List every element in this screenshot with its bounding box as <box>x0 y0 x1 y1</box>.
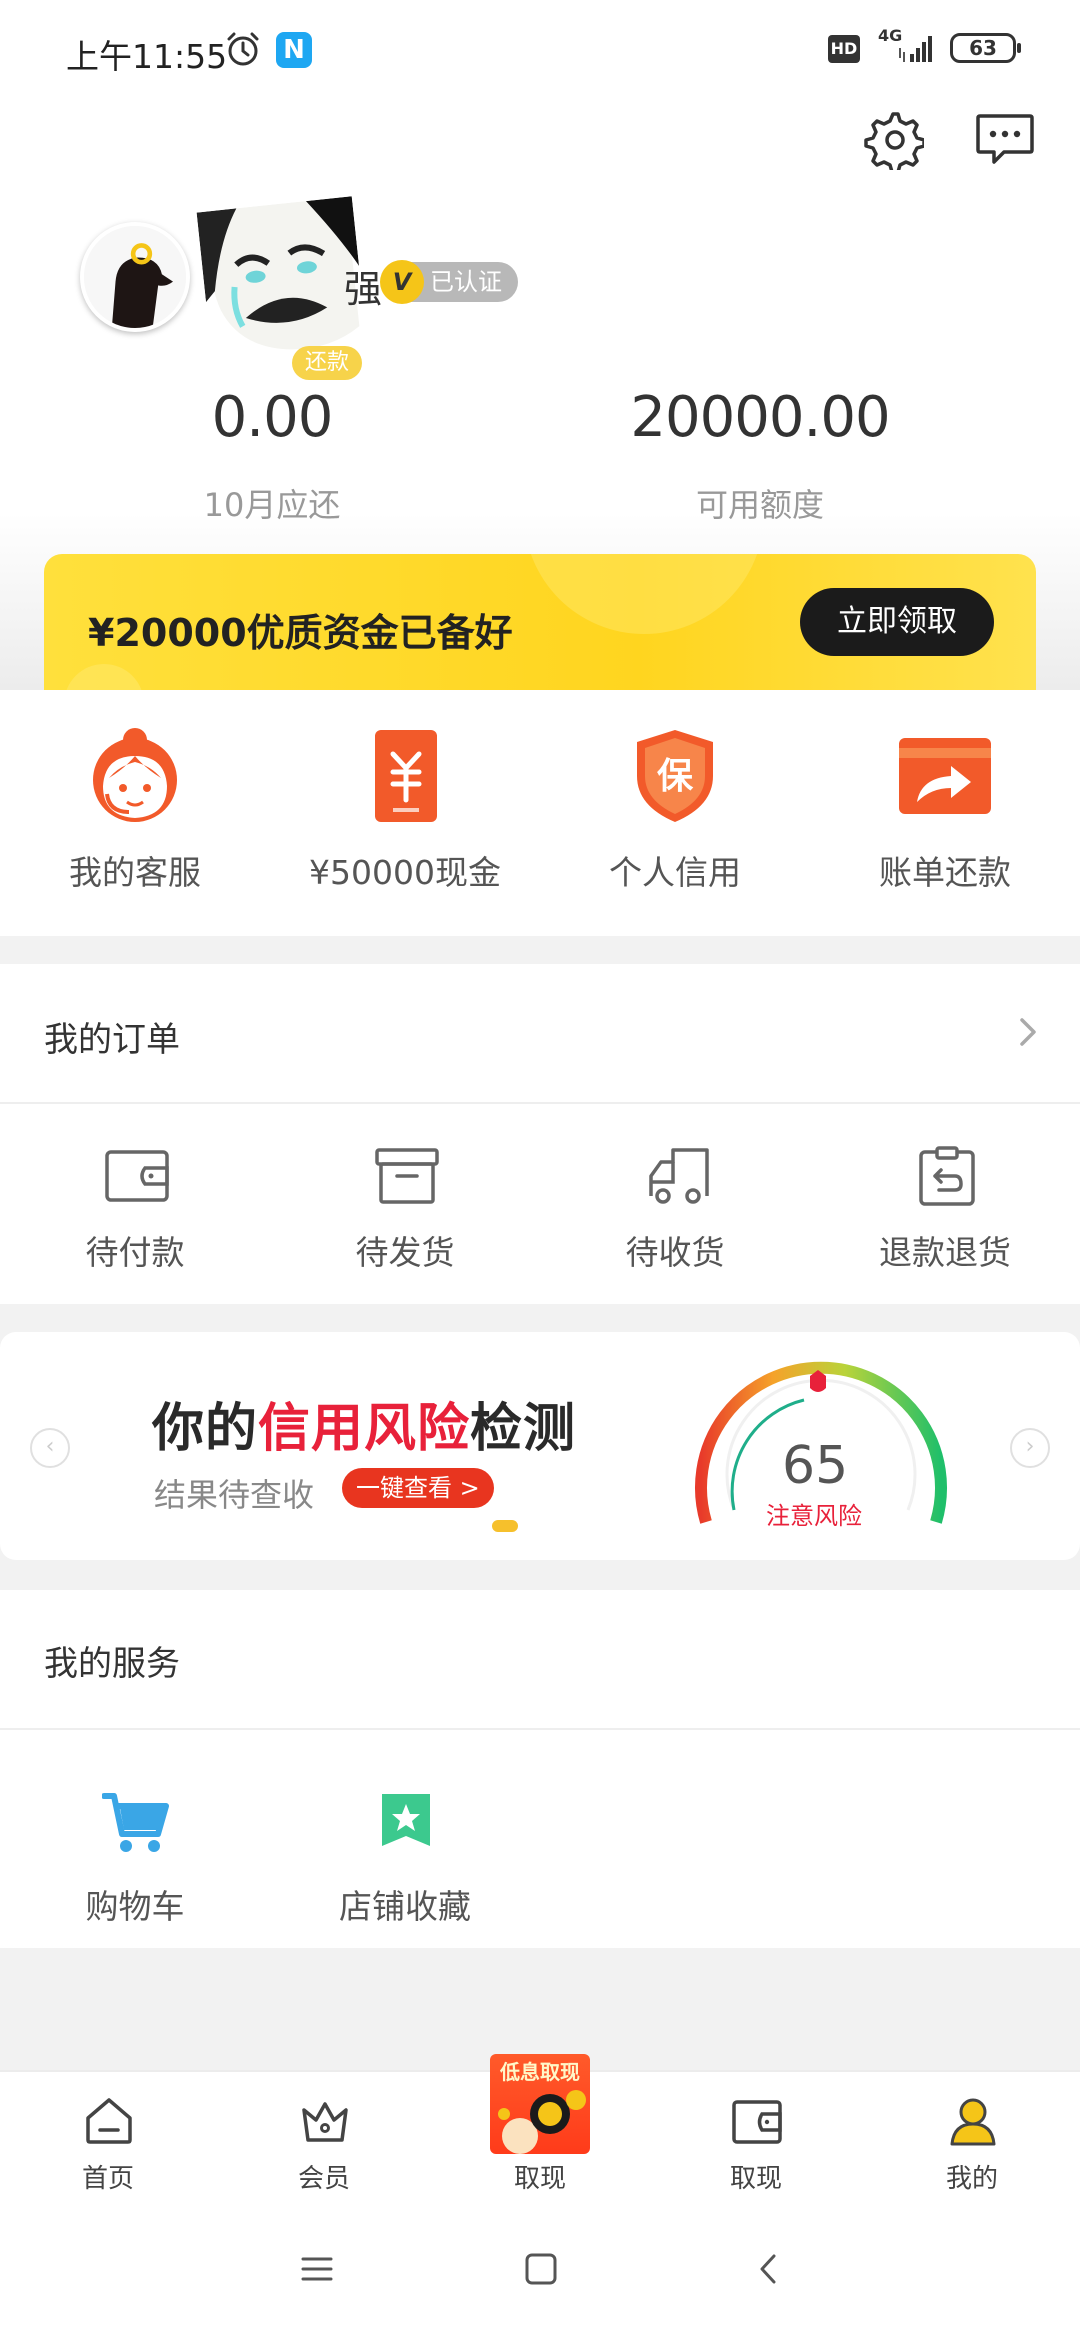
app-notification-icon: N <box>276 32 312 68</box>
tab-label: 取现 <box>729 2164 782 2194</box>
service-label: 店铺收藏 <box>339 1887 471 1926</box>
cash-icon <box>375 730 437 822</box>
avatar-image <box>84 226 186 328</box>
services-divider <box>0 1728 1080 1730</box>
home-square-icon[interactable] <box>524 2252 558 2286</box>
chevron-right-icon[interactable] <box>1016 1016 1040 1048</box>
system-navigation-bar <box>0 2212 1080 2340</box>
service-cart[interactable]: 购物车 <box>0 1790 270 1930</box>
carousel-prev-button[interactable]: ‹ <box>30 1428 70 1468</box>
low-interest-cash-promo[interactable]: 低息取现 <box>490 2054 590 2154</box>
meme-sticker-image <box>196 196 368 362</box>
banner-title-highlight: 信用风险 <box>258 1399 471 1459</box>
quick-item-customer-service[interactable]: 我的客服 <box>0 726 270 916</box>
quick-item-label: 账单还款 <box>879 853 1011 892</box>
quick-item-label: 个人信用 <box>609 853 741 892</box>
available-credit-label: 可用额度 <box>695 486 824 524</box>
quick-item-credit[interactable]: 保 个人信用 <box>540 726 810 916</box>
tab-member[interactable]: 会员 <box>216 2096 432 2206</box>
tab-label: 首页 <box>81 2164 134 2194</box>
verified-label: 已认证 <box>430 268 502 296</box>
tab-label: 我的 <box>945 2164 998 2194</box>
promo-text: ¥20000优质资金已备好 <box>88 611 513 655</box>
risk-score: 65 <box>782 1436 849 1496</box>
bill-repay-icon <box>899 738 991 814</box>
services-section: 我的服务 购物车 店铺收藏 <box>0 1590 1080 1948</box>
order-item-label: 待收货 <box>625 1233 725 1272</box>
orders-title[interactable]: 我的订单 <box>44 1012 180 1061</box>
due-amount-label: 10月应还 <box>203 486 341 524</box>
status-bar: 上午11:55 N HD 4G 63 <box>0 0 1080 100</box>
alarm-icon <box>227 32 259 66</box>
status-time: 上午11:55 <box>66 37 228 76</box>
check-now-button[interactable]: 一键查看 > <box>342 1468 494 1508</box>
quick-item-label: 我的客服 <box>69 853 201 892</box>
store-favorite-icon <box>382 1794 430 1846</box>
quick-menu: 我的客服 ¥50000现金 保 个人信用 账单还款 <box>0 690 1080 936</box>
risk-label: 注意风险 <box>766 1502 862 1530</box>
message-icon[interactable] <box>974 112 1036 168</box>
claim-now-button[interactable]: 立即领取 <box>800 588 994 656</box>
due-amount[interactable]: 0.00 <box>72 385 472 450</box>
tab-label: 会员 <box>297 2164 350 2194</box>
wallet-icon <box>732 2100 782 2144</box>
service-label: 购物车 <box>85 1887 185 1926</box>
promo-banner[interactable]: ¥20000优质资金已备好 立即领取 <box>44 554 1036 694</box>
credit-shield-icon: 保 <box>637 730 713 822</box>
verified-badge: V 已认证 <box>380 260 518 304</box>
truck-icon <box>649 1148 709 1204</box>
order-refund-return[interactable]: 退款退货 <box>810 1146 1080 1286</box>
crown-icon <box>302 2102 348 2142</box>
credit-risk-banner[interactable]: ‹ 你的信用风险检测 结果待查收 一键查看 > 65 注意风险 › <box>0 1332 1080 1560</box>
order-pending-payment[interactable]: 待付款 <box>0 1146 270 1286</box>
home-icon <box>86 2098 132 2144</box>
banner-title-prefix: 你的 <box>152 1399 259 1459</box>
screen: 上午11:55 N HD 4G 63 强 V 已认证 还款 0.00 10月应还… <box>0 0 1080 2340</box>
tab-label: 取现 <box>513 2164 566 2194</box>
banner-subtitle: 结果待查收 <box>154 1476 315 1514</box>
box-icon <box>375 1148 439 1204</box>
order-pending-shipment[interactable]: 待发货 <box>270 1146 540 1286</box>
svg-text:保: 保 <box>657 756 694 797</box>
repay-tag: 还款 <box>292 346 362 380</box>
order-item-label: 待发货 <box>355 1233 455 1272</box>
promo-cash-icon <box>498 2090 586 2154</box>
quick-item-bill[interactable]: 账单还款 <box>810 726 1080 916</box>
quick-item-label: ¥50000现金 <box>309 853 501 892</box>
cart-icon <box>102 1793 169 1852</box>
carousel-next-button[interactable]: › <box>1010 1428 1050 1468</box>
order-pending-receipt[interactable]: 待收货 <box>540 1146 810 1286</box>
orders-divider <box>0 1102 1080 1104</box>
order-item-label: 退款退货 <box>879 1233 1011 1272</box>
return-icon <box>919 1146 975 1206</box>
user-name: 强 <box>344 267 383 311</box>
orders-section: 我的订单 待付款 待发货 待收货 退款退货 <box>0 964 1080 1304</box>
battery-icon: 63 <box>950 33 1021 63</box>
carousel-indicator <box>492 1520 518 1532</box>
wallet-icon <box>105 1150 169 1202</box>
available-credit[interactable]: 20000.00 <box>560 385 960 450</box>
settings-gear-icon[interactable] <box>862 108 924 170</box>
profile-icon <box>950 2098 996 2146</box>
tab-cash[interactable]: 取现 <box>648 2096 864 2206</box>
hd-icon: HD <box>828 35 860 63</box>
tab-home[interactable]: 首页 <box>0 2096 216 2206</box>
banner-title: 你的信用风险检测 <box>152 1386 576 1461</box>
order-item-label: 待付款 <box>85 1233 185 1272</box>
back-icon[interactable] <box>752 2252 786 2286</box>
customer-service-icon <box>93 728 177 822</box>
menu-icon[interactable] <box>300 2252 334 2286</box>
quick-item-cash[interactable]: ¥50000现金 <box>270 726 540 916</box>
banner-title-suffix: 检测 <box>470 1399 577 1459</box>
verified-v-icon: V <box>380 260 424 304</box>
services-title: 我的服务 <box>44 1644 180 1684</box>
avatar[interactable] <box>80 222 190 332</box>
service-store-favorites[interactable]: 店铺收藏 <box>270 1790 540 1930</box>
signal-icon <box>899 36 932 62</box>
tab-me[interactable]: 我的 <box>864 2096 1080 2206</box>
